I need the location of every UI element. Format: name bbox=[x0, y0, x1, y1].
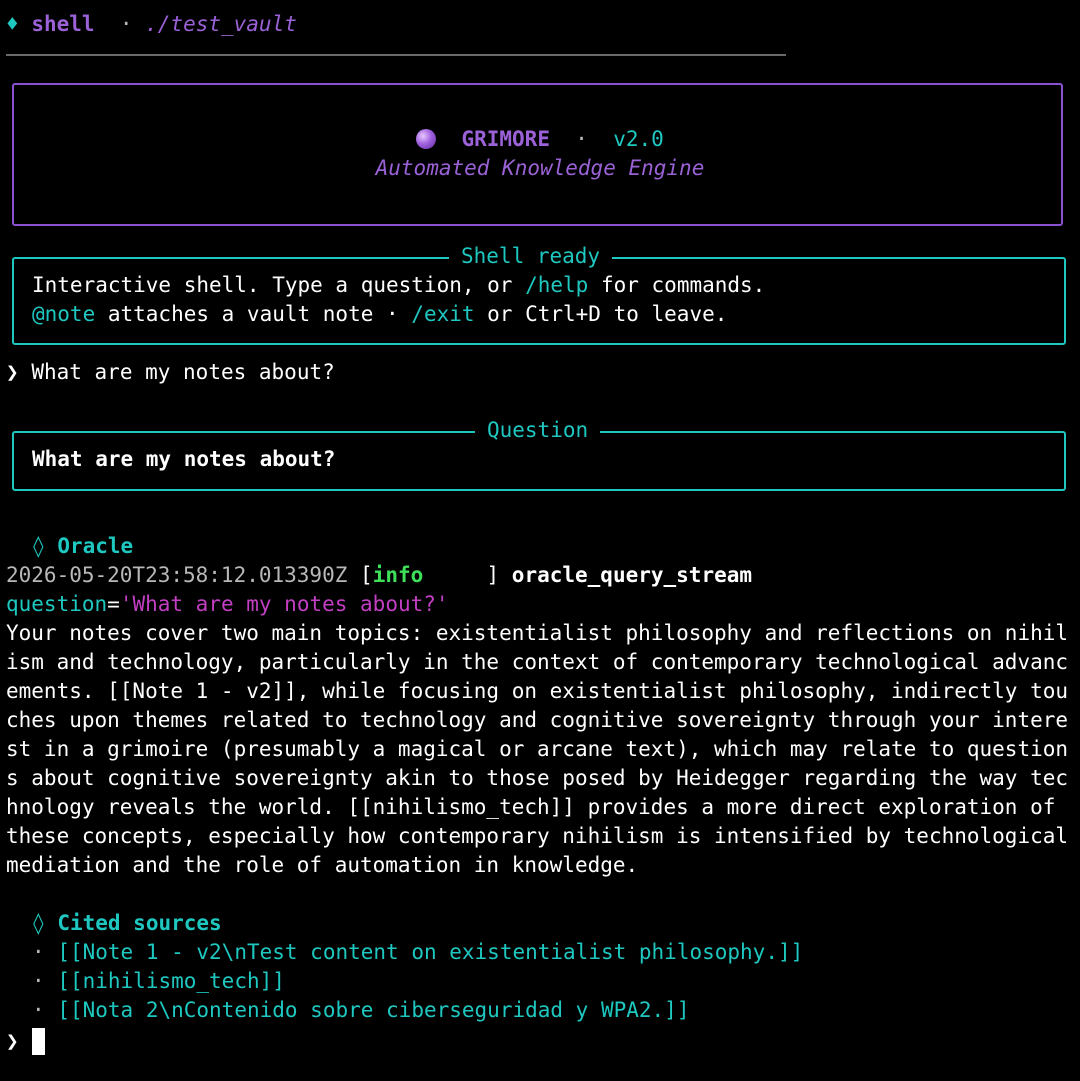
log-bracket-close: ] bbox=[486, 563, 500, 587]
log-kv-line: question='What are my notes about?' bbox=[6, 590, 449, 619]
bullet-icon: · bbox=[32, 998, 45, 1022]
question-text: What are my notes about? bbox=[32, 447, 336, 471]
header-separator: · bbox=[119, 12, 133, 36]
cited-heading: ◊ Cited sources bbox=[32, 909, 222, 938]
log-kv-value: 'What are my notes about?' bbox=[119, 592, 449, 616]
ready-text-1b: for commands. bbox=[588, 273, 766, 297]
bullet-icon: · bbox=[32, 969, 45, 993]
log-line: 2026-05-20T23:58:12.013390Z [info ] orac… bbox=[6, 561, 752, 590]
crystal-ball-icon bbox=[416, 129, 437, 149]
banner-subtitle-line: Automated Knowledge Engine bbox=[0, 154, 1080, 183]
ready-line-1: Interactive shell. Type a question, or /… bbox=[32, 271, 765, 300]
oracle-heading: ◊ Oracle bbox=[32, 532, 133, 561]
shell-title: shell bbox=[31, 12, 95, 36]
list-item: · [[nihilismo_tech]] bbox=[32, 967, 285, 996]
log-event: oracle_query_stream bbox=[511, 563, 753, 587]
exit-command: /exit bbox=[411, 302, 475, 326]
oracle-answer: Your notes cover two main topics: existe… bbox=[6, 621, 1080, 877]
bullet-icon: · bbox=[32, 940, 45, 964]
app-version: v2.0 bbox=[613, 127, 664, 151]
terminal-cursor[interactable] bbox=[32, 1028, 45, 1055]
question-panel-title: Question bbox=[475, 416, 601, 445]
list-item: · [[Note 1 - v2\nTest content on existen… bbox=[32, 938, 803, 967]
list-item: · [[Nota 2\nContenido sobre cibersegurid… bbox=[32, 996, 689, 1025]
vault-path: ./test_vault bbox=[145, 12, 297, 36]
shell-ready-title: Shell ready bbox=[449, 242, 613, 271]
log-bracket-open: [ bbox=[360, 563, 373, 587]
note-command: @note bbox=[32, 302, 96, 326]
prompt-line: ❯ What are my notes about? bbox=[6, 358, 335, 387]
lozenge-icon: ◊ bbox=[32, 534, 45, 558]
prompt-input-text: What are my notes about? bbox=[31, 360, 335, 384]
header-divider bbox=[6, 54, 786, 56]
ready-text-1a: Interactive shell. Type a question, or bbox=[32, 273, 526, 297]
log-kv-key: question bbox=[6, 592, 108, 616]
app-name: GRIMORE bbox=[461, 127, 550, 151]
cited-source-link[interactable]: [[Nota 2\nContenido sobre ciberseguridad… bbox=[57, 998, 689, 1022]
cited-heading-label: Cited sources bbox=[57, 911, 222, 935]
app-subtitle: Automated Knowledge Engine bbox=[375, 156, 705, 180]
final-prompt-chevron-icon: ❯ bbox=[6, 1029, 19, 1053]
cited-source-link[interactable]: [[nihilismo_tech]] bbox=[57, 969, 285, 993]
log-timestamp: 2026-05-20T23:58:12.013390Z bbox=[6, 563, 348, 587]
ready-text-2b: or Ctrl+D to leave. bbox=[474, 302, 728, 326]
shell-header: ♦ shell · ./test_vault bbox=[6, 10, 297, 39]
banner-title-line: GRIMORE · v2.0 bbox=[0, 125, 1080, 154]
prompt-chevron-icon: ❯ bbox=[6, 360, 19, 384]
help-command: /help bbox=[525, 273, 589, 297]
diamond-icon: ♦ bbox=[6, 12, 19, 36]
ready-line-2: @note attaches a vault note · /exit or C… bbox=[32, 300, 727, 329]
cited-source-link[interactable]: [[Note 1 - v2\nTest content on existenti… bbox=[57, 940, 803, 964]
log-kv-eq: = bbox=[107, 592, 120, 616]
banner-separator: · bbox=[575, 127, 588, 151]
oracle-heading-label: Oracle bbox=[57, 534, 134, 558]
lozenge-icon: ◊ bbox=[32, 911, 45, 935]
ready-text-2a: attaches a vault note · bbox=[95, 302, 412, 326]
log-level: info bbox=[372, 563, 487, 587]
